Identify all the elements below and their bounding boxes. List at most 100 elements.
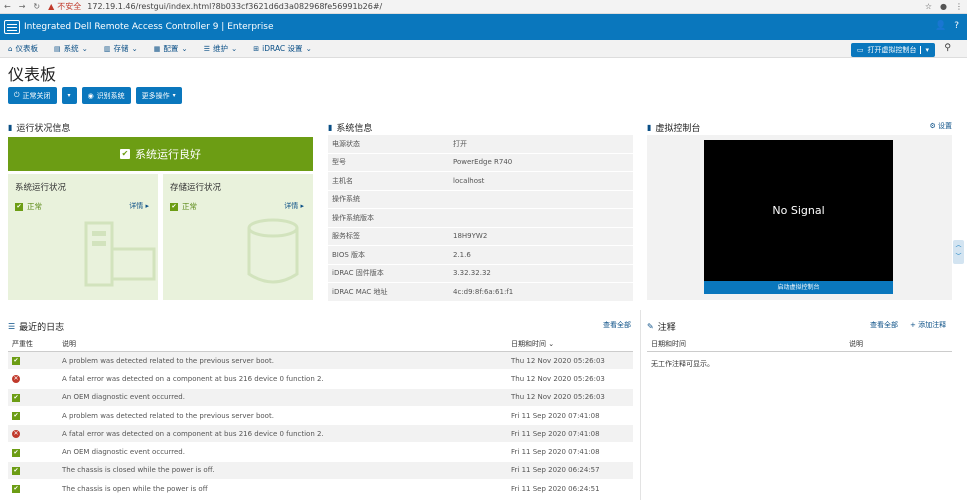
health-section-title: ▮ 运行状况信息: [8, 123, 71, 134]
notes-section-title: ✎ 注释: [647, 322, 676, 333]
column-divider: [640, 310, 641, 500]
table-row[interactable]: ✔ The chassis is closed while the power i…: [8, 461, 633, 481]
power-icon: ⏻: [14, 91, 20, 99]
monitor-icon: ▭: [856, 46, 864, 54]
sysinfo-row: 操作系统: [328, 190, 633, 209]
sysinfo-row: iDRAC 固件版本 3.32.32.32: [328, 264, 633, 283]
system-health-details-link[interactable]: 详情 ▸: [129, 201, 149, 211]
main-menu: ⌂ 仪表板 ▤ 系统 ⌄ ▥ 存储 ⌄ ▦ 配置 ⌄ ☰ 维护 ⌄ ⊞ iDRAC 设置 ⌄ ▭ 打开…: [0, 40, 967, 58]
storage-health-details-link[interactable]: 详情 ▸: [284, 201, 304, 211]
menu-item-idrac-settings[interactable]: ⊞ iDRAC 设置 ⌄: [253, 43, 312, 54]
check-icon: ✔: [120, 149, 130, 159]
add-note-button[interactable]: + 添加注释: [910, 320, 946, 330]
network-icon: ⊞: [253, 44, 260, 53]
star-icon[interactable]: ☆: [925, 2, 932, 11]
config-icon: ▦: [153, 44, 161, 53]
vconsole-settings-link[interactable]: ⚙ 设置: [929, 121, 952, 131]
system-health-card: 系统运行状况 ✔ 正常 详情 ▸: [8, 174, 158, 300]
identify-icon: ◉: [87, 91, 94, 100]
sysinfo-row: 服务标签 18H9YW2: [328, 227, 633, 246]
menu-item-maintenance[interactable]: ☰ 维护 ⌄: [204, 43, 238, 54]
storage-icon: ▥: [103, 44, 111, 53]
sysinfo-row: BIOS 版本 2.1.6: [328, 246, 633, 265]
pin-icon[interactable]: ⚲: [944, 43, 951, 53]
page-title: 仪表板: [8, 65, 57, 84]
notes-table: 日期和时间 说明 无工作注释可显示。: [647, 336, 952, 376]
logs-table-header: 严重性 说明 日期和时间 ⌄: [8, 336, 633, 352]
more-actions-button[interactable]: 更多操作 ▾: [135, 87, 182, 104]
user-icon[interactable]: 👤: [935, 21, 946, 31]
menu-item-config[interactable]: ▦ 配置 ⌄: [154, 43, 188, 54]
profile-icon[interactable]: ●: [940, 2, 947, 11]
table-row[interactable]: ✕ A fatal error was detected on a compone…: [8, 425, 633, 444]
health-icon: ▮: [8, 123, 13, 132]
check-icon: ✔: [170, 202, 178, 211]
datetime-column-header[interactable]: 日期和时间 ⌄: [511, 339, 633, 349]
menu-item-system[interactable]: ▤ 系统 ⌄: [54, 43, 88, 54]
address-bar[interactable]: 不安全 172.19.1.46/restgui/index.html?8b033c…: [57, 1, 925, 12]
table-row[interactable]: ✔ The chassis is open while the power is …: [8, 480, 633, 499]
system-info-table: 电源状态 打开 型号 PowerEdge R740 主机名 localhost 操作系…: [328, 135, 633, 302]
chevron-down-icon: ⌄: [81, 44, 88, 53]
sysinfo-row: 电源状态 打开: [328, 135, 633, 154]
table-row[interactable]: ✔ A problem was detected related to the p…: [8, 407, 633, 426]
table-row[interactable]: ✕ A fatal error was detected on a compone…: [8, 370, 633, 389]
table-row[interactable]: ✔ A problem was detected related to the p…: [8, 352, 633, 371]
edit-icon: ✎: [647, 322, 654, 331]
forward-icon[interactable]: →: [19, 2, 26, 11]
sysinfo-row: iDRAC MAC 地址 4c:d9:8f:6a:61:f1: [328, 283, 633, 302]
console-preview[interactable]: No Signal: [704, 140, 893, 281]
scroll-widget[interactable]: ︿ ﹀: [953, 240, 964, 264]
chevron-down-icon: ⌄: [131, 44, 138, 53]
reload-icon[interactable]: ↻: [33, 2, 40, 11]
server-illustration-icon: [84, 221, 156, 287]
action-bar: ⏻ 正常关闭 ▾ ◉ 识别系统 更多操作 ▾: [8, 87, 182, 104]
notes-view-all-link[interactable]: 查看全部: [870, 320, 898, 330]
back-icon[interactable]: ←: [4, 2, 11, 11]
description-column-header: 说明: [62, 339, 76, 348]
plus-icon: +: [910, 321, 916, 329]
menu-item-storage[interactable]: ▥ 存储 ⌄: [104, 43, 138, 54]
chevron-down-icon[interactable]: ▾: [920, 46, 929, 54]
error-status-icon: ✕: [12, 375, 20, 384]
ok-status-icon: ✔: [12, 485, 20, 494]
severity-column-header: 严重性: [12, 339, 33, 348]
gear-icon: ⚙: [929, 122, 936, 130]
chevron-up-icon[interactable]: ︿: [953, 240, 964, 251]
launch-virtual-console-button[interactable]: 启动虚拟控制台: [704, 281, 893, 294]
home-icon: ⌂: [8, 44, 13, 53]
sysinfo-row: 型号 PowerEdge R740: [328, 153, 633, 172]
chevron-down-icon[interactable]: ﹀: [953, 251, 964, 262]
chevron-down-icon: ⌄: [231, 44, 238, 53]
chevron-down-icon: ⌄: [305, 44, 312, 53]
maintenance-icon: ☰: [203, 44, 210, 53]
system-health-status: 正常: [27, 202, 42, 211]
ok-status-icon: ✔: [12, 466, 20, 475]
graceful-shutdown-button[interactable]: ⏻ 正常关闭: [8, 87, 57, 104]
browser-toolbar: ← → ↻ ▲ 不安全 172.19.1.46/restgui/index.htm…: [0, 0, 967, 14]
notes-datetime-header: 日期和时间: [651, 339, 686, 348]
error-status-icon: ✕: [12, 430, 20, 439]
table-row[interactable]: ✔ An OEM diagnostic event occurred. Fri 11…: [8, 443, 633, 462]
warning-icon[interactable]: ▲: [48, 2, 54, 11]
notes-table-header: 日期和时间 说明: [647, 336, 952, 352]
sysinfo-row: 主机名 localhost: [328, 172, 633, 191]
menu-icon[interactable]: ⋮: [955, 2, 963, 11]
info-icon: ▮: [328, 123, 333, 132]
ok-status-icon: ✔: [12, 412, 20, 421]
ok-status-icon: ✔: [12, 448, 20, 457]
identify-system-button[interactable]: ◉ 识别系统: [81, 87, 131, 104]
virtual-console-panel: No Signal 启动虚拟控制台: [647, 135, 952, 300]
table-row[interactable]: ✔ An OEM diagnostic event occurred. Thu 12…: [8, 388, 633, 407]
open-virtual-console-button[interactable]: ▭ 打开虚拟控制台 ▾: [850, 43, 935, 57]
list-icon: ☰: [8, 322, 16, 331]
sysinfo-section-title: ▮ 系统信息: [328, 123, 373, 134]
help-icon[interactable]: ?: [954, 21, 959, 31]
menu-item-dashboard[interactable]: ⌂ 仪表板: [8, 43, 38, 54]
chevron-down-icon: ▾: [67, 92, 71, 99]
notes-empty-message: 无工作注释可显示。: [651, 360, 714, 368]
power-options-dropdown[interactable]: ▾: [61, 87, 77, 104]
sysinfo-row: 操作系统版本: [328, 209, 633, 228]
logs-view-all-link[interactable]: 查看全部: [603, 320, 631, 330]
chevron-down-icon: ⌄: [181, 44, 188, 53]
